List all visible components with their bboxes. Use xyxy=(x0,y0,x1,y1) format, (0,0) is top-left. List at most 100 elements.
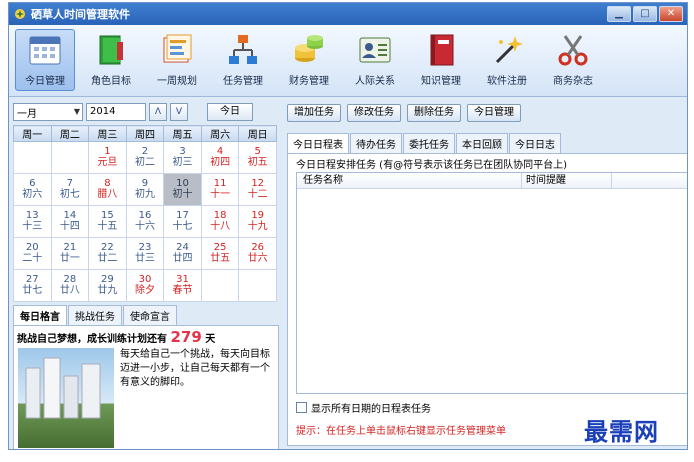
lunar-date: 元旦 xyxy=(97,157,118,168)
delete-task-button[interactable]: 删除任务 xyxy=(407,104,461,122)
tab-today-log[interactable]: 今日日志 xyxy=(509,133,561,153)
toolbar-weekly-planning[interactable]: 一周规划 xyxy=(147,29,207,91)
tab-mission-statement[interactable]: 使命宣言 xyxy=(123,305,177,325)
calendar-day[interactable]: 4 初四 xyxy=(200,141,240,174)
day-number: 30 xyxy=(138,274,152,285)
calendar-day[interactable]: 15 十五 xyxy=(88,205,127,238)
minimize-button[interactable]: ▁ xyxy=(607,6,631,22)
calendar-day[interactable]: 9 初九 xyxy=(125,173,165,206)
calendar-day[interactable]: 20 二十 xyxy=(13,237,52,270)
tab-daily-motto[interactable]: 每日格言 xyxy=(13,305,67,325)
tab-challenge-tasks[interactable]: 挑战任务 xyxy=(68,305,122,325)
calendar-empty-cell xyxy=(13,141,52,174)
goal-unit: 天 xyxy=(205,334,216,345)
toolbar-software-registration[interactable]: 软件注册 xyxy=(477,29,537,91)
book-icon xyxy=(99,35,123,65)
tab-pending-tasks[interactable]: 待办任务 xyxy=(350,133,402,153)
calendar-day[interactable]: 2 初二 xyxy=(125,141,165,174)
lunar-date: 廿八 xyxy=(59,285,80,296)
calendar-day[interactable]: 19 十九 xyxy=(238,205,277,238)
toolbar-knowledge-management[interactable]: 知识管理 xyxy=(411,29,471,91)
day-number: 21 xyxy=(63,242,77,253)
lunar-date: 十三 xyxy=(22,221,43,232)
column-reminder[interactable]: 时间提醒 xyxy=(522,173,612,188)
tab-today-schedule[interactable]: 今日日程表 xyxy=(287,133,349,153)
calendar-day[interactable]: 24 廿四 xyxy=(163,237,202,270)
show-all-checkbox[interactable] xyxy=(296,402,307,413)
schedule-table[interactable]: 任务名称 时间提醒 xyxy=(296,172,687,394)
calendar-empty-cell xyxy=(238,269,277,302)
toolbar-task-management[interactable]: 任务管理 xyxy=(213,29,273,91)
prev-month-button[interactable]: Λ xyxy=(149,103,167,121)
toolbar-finance-management[interactable]: 财务管理 xyxy=(279,29,339,91)
calendar-day[interactable]: 25 廿五 xyxy=(200,237,240,270)
calendar-day[interactable]: 5 初五 xyxy=(238,141,277,174)
today-management-button[interactable]: 今日管理 xyxy=(467,104,521,122)
calendar-day[interactable]: 12 十二 xyxy=(238,173,277,206)
day-number: 19 xyxy=(251,210,265,221)
day-number: 17 xyxy=(176,210,189,221)
calendar-day[interactable]: 8 腊八 xyxy=(88,173,127,206)
month-select[interactable]: 一月 ▼ xyxy=(13,103,83,121)
toolbar-relationships[interactable]: 人际关系 xyxy=(345,29,405,91)
toolbar-label: 一周规划 xyxy=(157,76,197,87)
tip-text: 提示：在任务上单击鼠标右键显示任务管理菜单 xyxy=(296,426,506,437)
calendar-day[interactable]: 17 十七 xyxy=(163,205,202,238)
calendar-icon xyxy=(29,36,61,65)
lunar-date: 十六 xyxy=(134,221,155,232)
tab-delegated-tasks[interactable]: 委托任务 xyxy=(403,133,455,153)
toolbar-role-goals[interactable]: 角色目标 xyxy=(81,29,141,91)
close-button[interactable]: ✕ xyxy=(659,6,683,22)
goal-days: 279 xyxy=(170,328,202,346)
lunar-date: 二十 xyxy=(22,253,43,264)
add-task-button[interactable]: 增加任务 xyxy=(287,104,341,122)
today-button[interactable]: 今日 xyxy=(207,103,253,121)
day-number: 22 xyxy=(101,242,114,253)
calendar-day[interactable]: 16 十六 xyxy=(125,205,165,238)
calendar-day[interactable]: 26 廿六 xyxy=(238,237,277,270)
calendar-panel: 一月 ▼ 2014 Λ V 今日 周一 周二 周三 周四 周五 周六 周日 1 元旦 2 初二 3 初… xyxy=(13,101,279,449)
calendar-day[interactable]: 21 廿一 xyxy=(50,237,90,270)
calendar-day[interactable]: 22 廿二 xyxy=(88,237,127,270)
calendar-day[interactable]: 31 春节 xyxy=(163,269,202,302)
calendar-day[interactable]: 30 除夕 xyxy=(125,269,165,302)
coins-icon xyxy=(295,35,323,62)
calendar-day[interactable]: 6 初六 xyxy=(13,173,52,206)
maximize-button[interactable]: □ xyxy=(633,6,657,22)
column-task-name[interactable]: 任务名称 xyxy=(297,173,522,188)
lunar-date: 十八 xyxy=(210,221,231,232)
lunar-date: 廿一 xyxy=(59,253,80,264)
table-header: 任务名称 时间提醒 xyxy=(297,173,687,189)
title-bar: 硒草人时间管理软件 ▁ □ ✕ xyxy=(9,3,687,25)
calendar-day[interactable]: 3 初三 xyxy=(163,141,202,174)
tab-daily-review[interactable]: 本日回顾 xyxy=(456,133,508,153)
next-month-button[interactable]: V xyxy=(170,103,188,121)
calendar-day[interactable]: 23 廿三 xyxy=(125,237,165,270)
day-number: 26 xyxy=(251,242,265,253)
edit-task-button[interactable]: 修改任务 xyxy=(347,104,401,122)
contact-card-icon xyxy=(359,37,391,63)
calendar-day[interactable]: 18 十八 xyxy=(200,205,240,238)
year-input[interactable]: 2014 xyxy=(86,103,146,121)
toolbar-business-magazine[interactable]: 商务杂志 xyxy=(543,29,603,91)
lunar-date: 十二 xyxy=(247,189,268,200)
lunar-date: 十七 xyxy=(172,221,193,232)
calendar-day[interactable]: 1 元旦 xyxy=(88,141,127,174)
lunar-date: 十五 xyxy=(97,221,118,232)
calendar-day[interactable]: 13 十三 xyxy=(13,205,52,238)
lunar-date: 十一 xyxy=(210,189,231,200)
calendar-day[interactable]: 29 廿九 xyxy=(88,269,127,302)
show-all-label: 显示所有日期的日程表任务 xyxy=(311,404,431,415)
toolbar-label: 任务管理 xyxy=(223,76,263,87)
main-toolbar: 今日管理 角色目标 一周规划 任务管理 财务管理 人际关系 知识管理 软件注册 xyxy=(9,25,687,97)
calendar-day[interactable]: 10 初十 xyxy=(163,173,202,206)
lunar-date: 廿三 xyxy=(134,253,155,264)
calendar-day[interactable]: 14 十四 xyxy=(50,205,90,238)
calendar-day[interactable]: 11 十一 xyxy=(200,173,240,206)
show-all-row[interactable]: 显示所有日期的日程表任务 xyxy=(296,400,431,415)
toolbar-today-management[interactable]: 今日管理 xyxy=(15,29,75,91)
calendar-day[interactable]: 7 初七 xyxy=(50,173,90,206)
calendar-day[interactable]: 28 廿八 xyxy=(50,269,90,302)
toolbar-label: 今日管理 xyxy=(25,76,65,87)
calendar-day[interactable]: 27 廿七 xyxy=(13,269,52,302)
